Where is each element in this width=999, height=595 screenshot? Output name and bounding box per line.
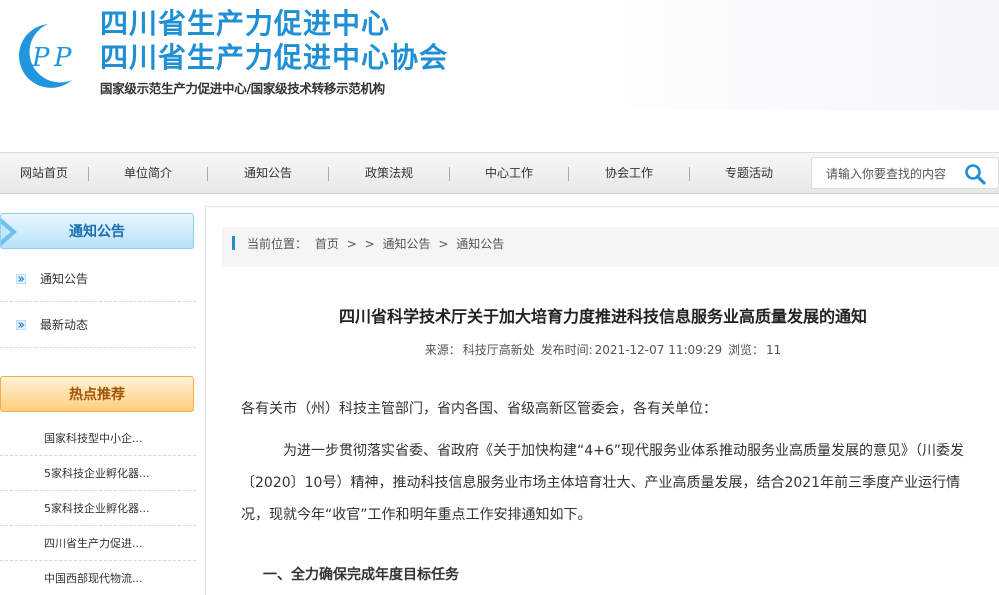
main-content: 当前位置： 首页 > > 通知公告 > 通知公告 四川省科学技术厅关于加大培育力…: [205, 206, 999, 595]
article-time: 2021-12-07 11:09:29: [594, 343, 723, 357]
sidebar-section-hot-header: 热点推荐: [0, 376, 194, 412]
hot-item[interactable]: 国家科技型中小企...: [0, 421, 196, 456]
article-paragraph: 各有关市（州）科技主管部门，省内各国、省级高新区管委会，各有关单位：: [241, 401, 717, 417]
hot-item[interactable]: 中国西部现代物流...: [0, 561, 196, 595]
hot-item[interactable]: 5家科技企业孵化器...: [0, 491, 196, 526]
site-header: P P 四川省生产力促进中心 四川省生产力促进中心协会 国家级示范生产力促进中心…: [0, 0, 999, 150]
article-paragraph: 为进一步贯彻落实省委、省政府《关于加快构建“4+6”现代服务业体系推动服务业高质…: [241, 443, 965, 523]
source-label: 来源：: [424, 343, 461, 357]
nav-association-work[interactable]: 协会工作: [569, 153, 689, 193]
nav-center-work[interactable]: 中心工作: [450, 153, 568, 193]
site-logo[interactable]: P P: [2, 18, 94, 90]
chevron-right-icon: [1, 218, 17, 246]
views-label: 浏览：: [727, 343, 764, 357]
breadcrumb-marker: [232, 236, 235, 250]
sidebar-section-notices-header: 通知公告: [0, 213, 194, 249]
sidebar-section-title: 热点推荐: [69, 387, 125, 403]
sidebar-item-news[interactable]: 最新动态: [0, 302, 196, 348]
sidebar-section-title: 通知公告: [69, 224, 125, 240]
svg-text:P: P: [31, 43, 50, 73]
breadcrumb-current[interactable]: 通知公告: [456, 237, 504, 251]
search-input[interactable]: [826, 164, 956, 184]
hot-item-link[interactable]: 5家科技企业孵化器...: [44, 456, 194, 491]
cpp-logo-icon: P P: [18, 24, 72, 88]
breadcrumb-separator: >: [438, 237, 449, 251]
hot-item-link[interactable]: 中国西部现代物流...: [44, 561, 194, 595]
time-label: 发布时间:: [540, 343, 593, 357]
site-subtitle: 国家级示范生产力促进中心/国家级技术转移示范机构: [100, 81, 385, 96]
site-title: 四川省生产力促进中心: [100, 7, 391, 40]
nav-home[interactable]: 网站首页: [0, 153, 88, 193]
sidebar-item-notices[interactable]: 通知公告: [0, 256, 196, 302]
search-icon[interactable]: [964, 163, 986, 185]
breadcrumb-label: 当前位置：: [247, 237, 308, 251]
breadcrumb-separator: >: [346, 237, 357, 251]
nav-notices[interactable]: 通知公告: [208, 153, 328, 193]
search-box: [811, 157, 999, 189]
site-title-association: 四川省生产力促进中心协会: [100, 41, 449, 74]
nav-about[interactable]: 单位简介: [89, 153, 207, 193]
article-source: 科技厅高新处: [462, 343, 535, 357]
article-title: 四川省科学技术厅关于加大培育力度推进科技信息服务业高质量发展的通知: [338, 307, 867, 326]
sidebar-item-label: 通知公告: [40, 272, 89, 286]
article-views: 11: [765, 343, 782, 357]
breadcrumb-home[interactable]: 首页: [315, 237, 339, 251]
article-heading: 一、全力确保完成年度目标任务: [263, 567, 459, 583]
double-chevron-icon: [16, 274, 26, 284]
double-chevron-icon: [16, 320, 26, 330]
sidebar: 通知公告 通知公告 最新动态 热点推荐 国家科技型中小企... 5家科技企业孵化…: [0, 206, 198, 595]
article-meta: 来源： 科技厅高新处 发布时间: 2021-12-07 11:09:29 浏览： 11: [206, 341, 999, 358]
hot-item-link[interactable]: 国家科技型中小企...: [44, 421, 194, 456]
breadcrumb: 当前位置： 首页 > > 通知公告 > 通知公告: [222, 227, 999, 267]
hot-item[interactable]: 四川省生产力促进...: [0, 526, 196, 561]
nav-special-events[interactable]: 专题活动: [690, 153, 808, 193]
hot-item-link[interactable]: 四川省生产力促进...: [44, 526, 194, 561]
sidebar-item-label: 最新动态: [40, 318, 89, 332]
nav-policies[interactable]: 政策法规: [329, 153, 449, 193]
breadcrumb-notices[interactable]: 通知公告: [382, 237, 430, 251]
svg-text:P: P: [53, 43, 72, 73]
hot-item-link[interactable]: 5家科技企业孵化器...: [44, 491, 194, 526]
breadcrumb-separator: >: [364, 237, 375, 251]
breadcrumb-trail: 当前位置： 首页 > > 通知公告 > 通知公告: [247, 235, 508, 252]
hot-item[interactable]: 5家科技企业孵化器...: [0, 456, 196, 491]
